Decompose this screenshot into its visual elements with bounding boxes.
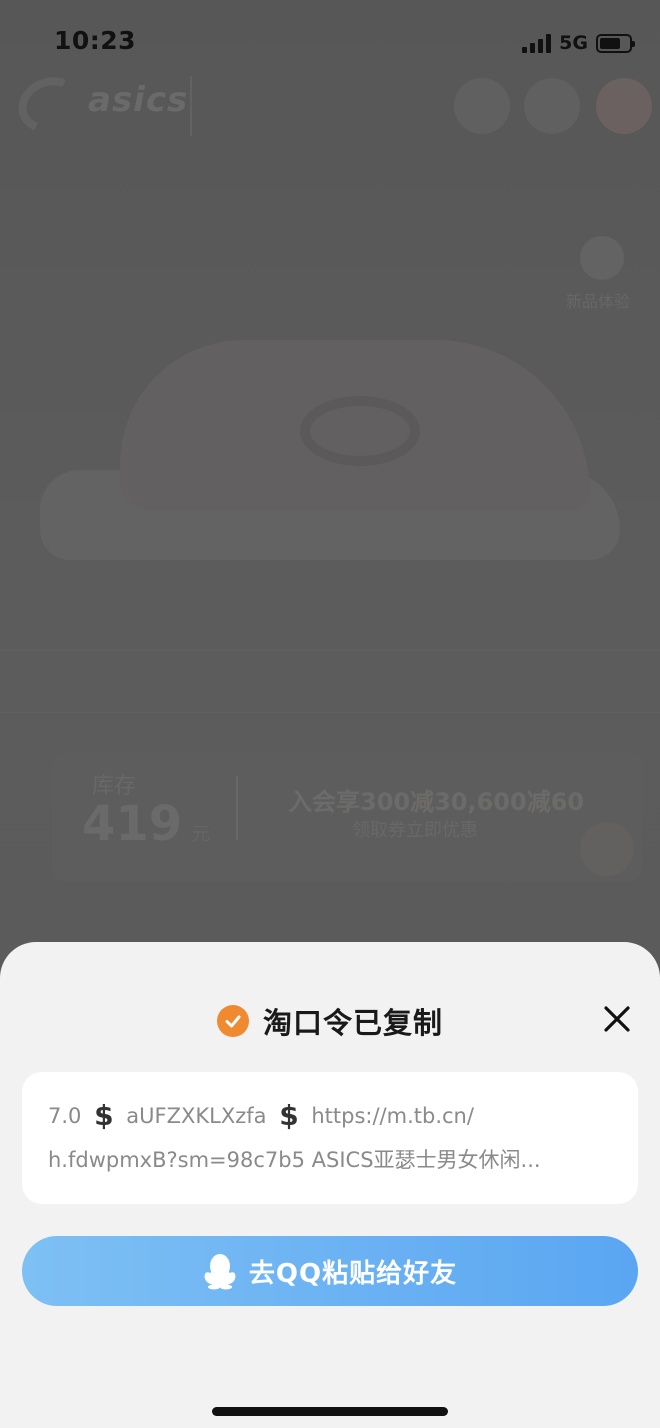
price-promo-card: 库存 419 元 入会享300减30,600减60 领取券立即优惠 (52, 752, 642, 882)
close-button[interactable] (602, 1004, 632, 1034)
code-line-1: 7.0 $ aUFZXKLXzfa $ https://m.tb.cn/ (48, 1094, 612, 1138)
home-indicator (212, 1407, 448, 1416)
dollar-symbol: $ (94, 1099, 114, 1132)
copied-code-text[interactable]: 7.0 $ aUFZXKLXzfa $ https://m.tb.cn/ h.f… (22, 1072, 638, 1204)
qq-penguin-icon (204, 1254, 236, 1290)
code-token: aUFZXKLXzfa (126, 1104, 267, 1128)
header-icon-button (454, 78, 510, 134)
brand-wordmark: asics (88, 80, 189, 120)
code-version: 7.0 (48, 1104, 82, 1128)
header-divider (190, 76, 192, 136)
promo-subtitle: 领取券立即优惠 (352, 820, 478, 841)
header-icon-button (524, 78, 580, 134)
header-avatar (596, 78, 652, 134)
status-indicators: 5G (522, 30, 635, 56)
divider (0, 712, 660, 713)
price-value: 419 (82, 796, 183, 852)
paste-to-qq-label: 去QQ粘贴给好友 (248, 1258, 458, 1289)
dollar-symbol: $ (279, 1099, 299, 1132)
brand-swirl-icon (10, 68, 90, 142)
status-time: 10:23 (54, 26, 137, 55)
card-divider (236, 776, 238, 840)
code-url: https://m.tb.cn/ (311, 1104, 474, 1128)
promo-title: 入会享300减30,600减60 (288, 788, 585, 816)
divider (0, 650, 660, 651)
product-image (40, 300, 620, 570)
sheet-title: 淘口令已复制 (262, 1006, 443, 1040)
code-line-2: h.fdwpmxB?sm=98c7b5 ASICS亚瑟士男女休闲... (48, 1148, 541, 1172)
brand-logo: asics (10, 68, 187, 142)
sheet-header: 淘口令已复制 (0, 1000, 660, 1042)
paste-to-qq-button[interactable]: 去QQ粘贴给好友 (22, 1236, 638, 1306)
signal-icon (522, 33, 552, 53)
check-circle-icon (216, 1005, 249, 1037)
battery-icon (596, 33, 635, 53)
side-feature-icon (580, 236, 624, 280)
promo-badge (580, 822, 634, 876)
price-unit: 元 (192, 824, 210, 845)
network-type: 5G (559, 32, 588, 54)
copied-code-sheet: 淘口令已复制 7.0 $ aUFZXKLXzfa $ https://m.tb.… (0, 942, 660, 1428)
close-icon (604, 1006, 630, 1032)
